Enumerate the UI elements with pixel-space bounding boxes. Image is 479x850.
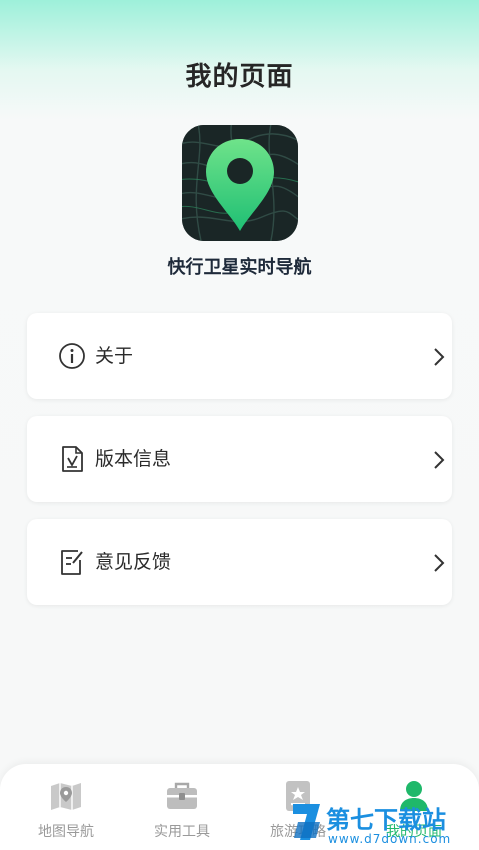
menu-item-label: 版本信息 <box>95 448 172 470</box>
tab-tools[interactable]: 实用工具 <box>132 764 232 850</box>
edit-note-icon <box>61 550 83 575</box>
tab-label: 实用工具 <box>154 824 210 840</box>
info-icon <box>59 343 85 369</box>
app-name: 快行卫星实时导航 <box>167 257 312 278</box>
menu-item-label: 意见反馈 <box>95 551 172 573</box>
menu-item-version-info[interactable]: 版本信息 <box>27 416 452 502</box>
tab-map-navigation[interactable]: 地图导航 <box>16 764 116 850</box>
menu-item-feedback[interactable]: 意见反馈 <box>27 519 452 605</box>
watermark-url: www.d7down.com <box>328 832 452 846</box>
menu-item-about[interactable]: 关于 <box>27 313 452 399</box>
chevron-right-icon <box>434 451 445 469</box>
tab-label: 地图导航 <box>38 824 94 840</box>
watermark: 第七下载站 www.d7down.com <box>290 796 479 850</box>
watermark-logo-icon <box>293 804 320 840</box>
toolbox-icon <box>167 782 197 809</box>
page-title: 我的页面 <box>185 62 294 92</box>
chevron-right-icon <box>434 348 445 366</box>
watermark-text: 第七下载站 <box>326 806 446 834</box>
menu-item-label: 关于 <box>95 345 134 367</box>
map-pin-icon <box>51 783 81 810</box>
document-check-icon <box>62 446 83 472</box>
app-logo-icon <box>182 125 298 241</box>
chevron-right-icon <box>434 554 445 572</box>
